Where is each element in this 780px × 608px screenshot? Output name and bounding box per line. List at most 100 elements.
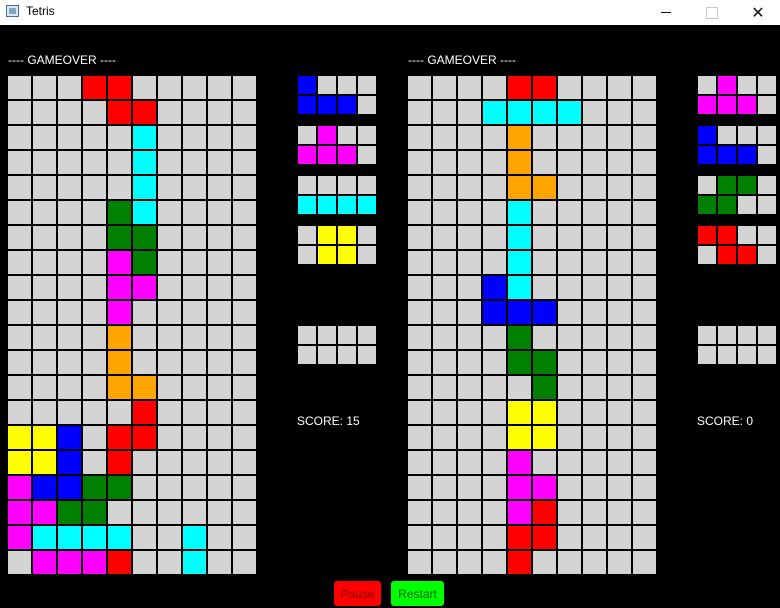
- preview-cell: [737, 95, 757, 115]
- board-cell: [207, 475, 232, 500]
- board-cell: [432, 150, 457, 175]
- board-cell: [107, 100, 132, 125]
- board-cell: [182, 75, 207, 100]
- board-cell: [32, 100, 57, 125]
- board-cell: [7, 150, 32, 175]
- board-cell: [232, 350, 257, 375]
- board-cell: [157, 375, 182, 400]
- next-piece-preview: [297, 75, 377, 115]
- board-cell: [107, 175, 132, 200]
- board-cell: [32, 125, 57, 150]
- preview-cell: [297, 95, 317, 115]
- close-button[interactable]: ✕: [735, 0, 780, 25]
- board-cell: [607, 500, 632, 525]
- board-cell: [582, 225, 607, 250]
- board-cell: [632, 475, 657, 500]
- board-cell: [532, 200, 557, 225]
- board-cell: [607, 200, 632, 225]
- board-cell: [432, 425, 457, 450]
- board-cell: [157, 275, 182, 300]
- next-piece-preview: [297, 225, 377, 265]
- board-cell: [532, 375, 557, 400]
- board-cell: [82, 150, 107, 175]
- board-cell: [32, 375, 57, 400]
- board-cell: [457, 100, 482, 125]
- board-cell: [7, 100, 32, 125]
- board-cell: [482, 200, 507, 225]
- board-cell: [457, 125, 482, 150]
- board-cell: [7, 275, 32, 300]
- board-cell: [507, 350, 532, 375]
- board-cell: [207, 75, 232, 100]
- board-cell: [7, 550, 32, 575]
- preview-cell: [357, 125, 377, 145]
- board-cell: [632, 275, 657, 300]
- board-cell: [582, 500, 607, 525]
- board-cell: [607, 100, 632, 125]
- board-cell: [407, 300, 432, 325]
- board-cell: [507, 125, 532, 150]
- board-cell: [607, 375, 632, 400]
- board-cell: [507, 425, 532, 450]
- preview-cell: [337, 145, 357, 165]
- preview-cell: [737, 245, 757, 265]
- board-cell: [482, 375, 507, 400]
- board-cell: [582, 475, 607, 500]
- preview-cell: [337, 345, 357, 365]
- board-cell: [582, 375, 607, 400]
- board-cell: [482, 500, 507, 525]
- board-cell: [607, 525, 632, 550]
- board-cell: [557, 550, 582, 575]
- board-cell: [432, 475, 457, 500]
- preview-cell: [357, 95, 377, 115]
- board-cell: [132, 225, 157, 250]
- board-cell: [82, 375, 107, 400]
- board-cell: [132, 375, 157, 400]
- restart-button[interactable]: Restart: [391, 581, 444, 606]
- pause-button[interactable]: Pause: [334, 581, 381, 606]
- minimize-button[interactable]: [643, 0, 689, 25]
- board-cell: [57, 525, 82, 550]
- maximize-button[interactable]: [689, 0, 735, 25]
- board-cell: [157, 325, 182, 350]
- preview-cell: [297, 125, 317, 145]
- preview-cell: [757, 145, 777, 165]
- board-cell: [182, 125, 207, 150]
- board-cell: [32, 475, 57, 500]
- preview-cell: [697, 345, 717, 365]
- board-cell: [182, 150, 207, 175]
- board-cell: [507, 400, 532, 425]
- board-cell: [507, 450, 532, 475]
- board-cell: [482, 300, 507, 325]
- preview-cell: [737, 175, 757, 195]
- board-cell: [32, 225, 57, 250]
- board-cell: [107, 550, 132, 575]
- board-cell: [432, 550, 457, 575]
- preview-cell: [737, 125, 757, 145]
- preview-cell: [317, 145, 337, 165]
- preview-cell: [757, 75, 777, 95]
- board-cell: [607, 275, 632, 300]
- board-cell: [557, 300, 582, 325]
- board-cell: [607, 225, 632, 250]
- board-cell: [182, 425, 207, 450]
- board-cell: [582, 275, 607, 300]
- board-cell: [107, 525, 132, 550]
- board-cell: [632, 325, 657, 350]
- board-cell: [132, 200, 157, 225]
- board-cell: [232, 525, 257, 550]
- board-cell: [7, 350, 32, 375]
- maximize-icon: [706, 6, 718, 19]
- board-cell: [582, 350, 607, 375]
- board-cell: [157, 425, 182, 450]
- preview-cell: [757, 225, 777, 245]
- board-cell: [557, 125, 582, 150]
- preview-cell: [757, 195, 777, 215]
- preview-cell: [317, 75, 337, 95]
- board-cell: [107, 275, 132, 300]
- board-cell: [532, 350, 557, 375]
- board-cell: [207, 150, 232, 175]
- board-cell: [607, 125, 632, 150]
- board-cell: [7, 125, 32, 150]
- board-cell: [507, 225, 532, 250]
